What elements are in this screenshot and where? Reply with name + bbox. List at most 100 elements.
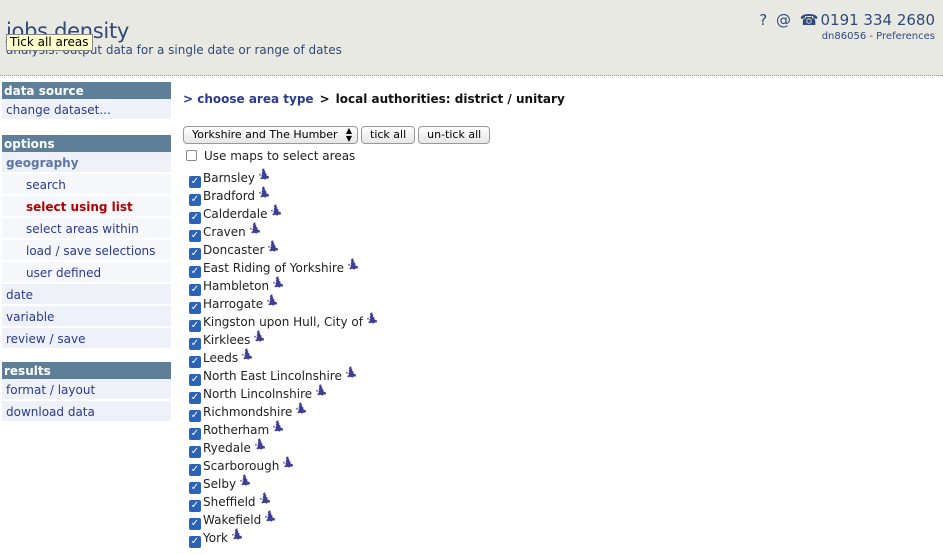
select-arrows-icon: ▲ ▼ bbox=[345, 126, 352, 143]
sidebar-item-select-areas-within[interactable]: select areas within bbox=[2, 218, 171, 240]
sidebar-item-review-save[interactable]: review / save bbox=[2, 328, 171, 350]
header-separator: - bbox=[866, 31, 877, 42]
area-checkbox[interactable]: ✓ bbox=[189, 536, 201, 548]
area-item: ✓ Wakefield bbox=[189, 509, 378, 530]
map-icon[interactable] bbox=[266, 293, 278, 306]
sidebar: data source change dataset... options ge… bbox=[2, 82, 171, 423]
map-icon[interactable] bbox=[272, 275, 284, 288]
sidebar-item-change-dataset[interactable]: change dataset... bbox=[2, 99, 171, 121]
area-item: ✓ North Lincolnshire bbox=[189, 383, 378, 404]
map-icon[interactable] bbox=[270, 203, 282, 216]
map-icon[interactable] bbox=[258, 167, 270, 180]
area-item: ✓ Calderdale bbox=[189, 203, 378, 224]
sidebar-item-geography[interactable]: geography bbox=[2, 152, 171, 174]
map-icon[interactable] bbox=[258, 185, 270, 198]
sidebar-item-variable[interactable]: variable bbox=[2, 306, 171, 328]
area-item: ✓ York bbox=[189, 527, 378, 548]
map-icon[interactable] bbox=[264, 509, 276, 522]
area-label[interactable]: Wakefield bbox=[203, 513, 261, 527]
area-item: ✓ Rotherham bbox=[189, 419, 378, 440]
area-controls: Yorkshire and The Humber ▲ ▼ tick all un-tic… bbox=[183, 126, 491, 144]
area-label[interactable]: North East Lincolnshire bbox=[203, 369, 342, 383]
area-item: ✓ Kirklees bbox=[189, 329, 378, 350]
map-icon[interactable] bbox=[347, 257, 359, 270]
use-maps-option[interactable]: Use maps to select areas bbox=[186, 149, 355, 163]
sidebar-item-download-data[interactable]: download data bbox=[2, 401, 171, 423]
area-label[interactable]: Leeds bbox=[203, 351, 238, 365]
area-item: ✓ North East Lincolnshire bbox=[189, 365, 378, 386]
area-item: ✓ East Riding of Yorkshire bbox=[189, 257, 378, 278]
breadcrumb-current: local authorities: district / unitary bbox=[335, 92, 565, 106]
page-header: jobs density analysis: output data for a… bbox=[0, 0, 943, 76]
help-icon[interactable]: ? bbox=[759, 11, 767, 29]
map-icon[interactable] bbox=[241, 347, 253, 360]
phone-icon: ☎ bbox=[799, 11, 819, 29]
area-label[interactable]: Doncaster bbox=[203, 243, 264, 257]
map-icon[interactable] bbox=[254, 437, 266, 450]
area-label[interactable]: Calderdale bbox=[203, 207, 267, 221]
map-icon[interactable] bbox=[253, 329, 265, 342]
preferences-link[interactable]: Preferences bbox=[876, 31, 935, 42]
area-item: ✓ Leeds bbox=[189, 347, 378, 368]
phone-number: 0191 334 2680 bbox=[820, 11, 935, 29]
area-label[interactable]: Barnsley bbox=[203, 171, 255, 185]
area-label[interactable]: Bradford bbox=[203, 189, 255, 203]
area-label[interactable]: Sheffield bbox=[203, 495, 256, 509]
map-icon[interactable] bbox=[295, 401, 307, 414]
area-label[interactable]: East Riding of Yorkshire bbox=[203, 261, 344, 275]
header-contact: ? @ ☎ 0191 334 2680 dn86056 - Preferences bbox=[755, 11, 935, 42]
region-select[interactable]: Yorkshire and The Humber ▲ ▼ bbox=[183, 126, 358, 144]
user-id-link[interactable]: dn86056 bbox=[822, 31, 867, 42]
sidebar-item-select-using-list[interactable]: select using list bbox=[2, 196, 171, 218]
sidebar-item-date[interactable]: date bbox=[2, 284, 171, 306]
map-icon[interactable] bbox=[315, 383, 327, 396]
breadcrumb-separator: > bbox=[319, 92, 330, 106]
untick-all-button[interactable]: un-tick all bbox=[418, 126, 491, 144]
area-label[interactable]: Craven bbox=[203, 225, 246, 239]
area-label[interactable]: Kingston upon Hull, City of bbox=[203, 315, 363, 329]
area-item: ✓ Hambleton bbox=[189, 275, 378, 296]
area-label[interactable]: Selby bbox=[203, 477, 236, 491]
map-icon[interactable] bbox=[249, 221, 261, 234]
area-label[interactable]: Ryedale bbox=[203, 441, 251, 455]
sidebar-item-search[interactable]: search bbox=[2, 174, 171, 196]
area-label[interactable]: Harrogate bbox=[203, 297, 263, 311]
map-icon[interactable] bbox=[231, 527, 243, 540]
map-icon[interactable] bbox=[345, 365, 357, 378]
map-icon[interactable] bbox=[272, 419, 284, 432]
sidebar-item-user-defined[interactable]: user defined bbox=[2, 262, 171, 284]
breadcrumb: > choose area type > local authorities: di… bbox=[183, 92, 565, 106]
area-item: ✓ Selby bbox=[189, 473, 378, 494]
map-icon[interactable] bbox=[259, 491, 271, 504]
area-item: ✓ Ryedale bbox=[189, 437, 378, 458]
area-label[interactable]: Hambleton bbox=[203, 279, 269, 293]
use-maps-label: Use maps to select areas bbox=[204, 149, 356, 163]
area-item: ✓ Doncaster bbox=[189, 239, 378, 260]
data-source-heading: data source bbox=[2, 82, 171, 99]
email-icon[interactable]: @ bbox=[776, 11, 791, 29]
map-icon[interactable] bbox=[267, 239, 279, 252]
breadcrumb-choose-area-type[interactable]: > choose area type bbox=[183, 92, 314, 106]
map-icon[interactable] bbox=[239, 473, 251, 486]
area-item: ✓ Craven bbox=[189, 221, 378, 242]
area-label[interactable]: York bbox=[203, 531, 228, 545]
area-label[interactable]: North Lincolnshire bbox=[203, 387, 312, 401]
sidebar-item-format-layout[interactable]: format / layout bbox=[2, 379, 171, 401]
area-list: ✓ Barnsley ✓ Bradford ✓ Calderdale ✓ Craven ✓ Don… bbox=[189, 167, 378, 548]
area-item: ✓ Kingston upon Hull, City of bbox=[189, 311, 378, 332]
area-item: ✓ Richmondshire bbox=[189, 401, 378, 422]
tooltip: Tick all areas bbox=[6, 34, 93, 51]
area-item: ✓ Barnsley bbox=[189, 167, 378, 188]
map-icon[interactable] bbox=[282, 455, 294, 468]
tick-all-button[interactable]: tick all bbox=[361, 126, 416, 144]
use-maps-checkbox[interactable] bbox=[186, 150, 197, 161]
area-label[interactable]: Kirklees bbox=[203, 333, 250, 347]
area-label[interactable]: Richmondshire bbox=[203, 405, 292, 419]
options-heading: options bbox=[2, 135, 171, 152]
sidebar-item-load-save-selections[interactable]: load / save selections bbox=[2, 240, 171, 262]
area-item: ✓ Bradford bbox=[189, 185, 378, 206]
area-label[interactable]: Scarborough bbox=[203, 459, 279, 473]
map-icon[interactable] bbox=[366, 311, 378, 324]
area-label[interactable]: Rotherham bbox=[203, 423, 269, 437]
area-item: ✓ Sheffield bbox=[189, 491, 378, 512]
